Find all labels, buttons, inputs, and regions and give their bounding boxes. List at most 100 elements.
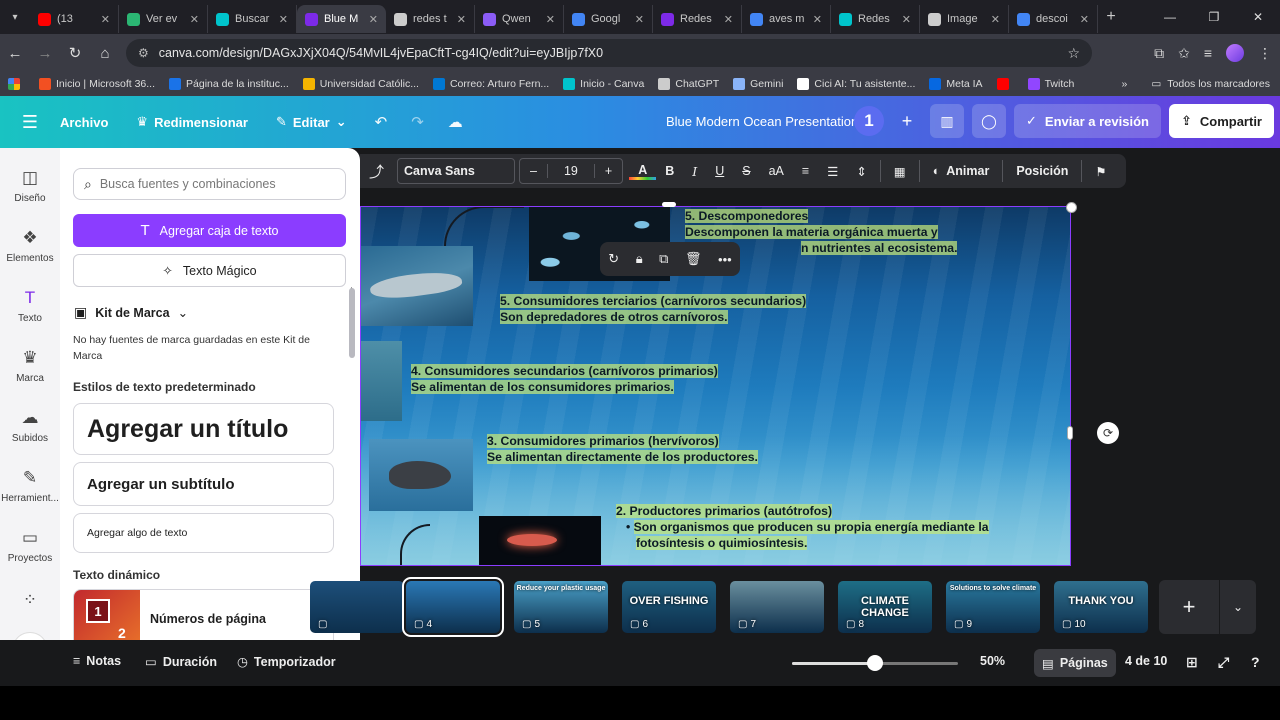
bookmark-item[interactable]: Twitch <box>1027 78 1074 90</box>
add-title-button[interactable]: Agregar un título <box>73 403 334 455</box>
transparency-icon[interactable]: ▦ <box>885 164 915 179</box>
url-field[interactable]: ⚙ canva.com/design/DAGxJXjX04Q/54MvIL4jv… <box>126 39 1092 67</box>
close-tab-icon[interactable]: ✕ <box>279 13 288 26</box>
cloud-saved-icon[interactable]: ☁ <box>448 113 463 131</box>
page-thumbnail[interactable]: THANK YOU ▢ 10 <box>1054 581 1148 633</box>
bookmark-item[interactable]: Gemini <box>733 78 783 90</box>
undo-icon[interactable]: ↶ <box>375 113 388 131</box>
close-tab-icon[interactable]: ✕ <box>369 13 378 26</box>
close-window-icon[interactable]: ✕ <box>1236 10 1280 24</box>
resize-handle-corner[interactable] <box>1066 202 1077 213</box>
browser-tab[interactable]: redes t ✕ <box>386 5 475 33</box>
brand-kit-selector[interactable]: ▣ Kit de Marca ⌄ <box>74 304 188 321</box>
share-button[interactable]: ⇪ Compartir <box>1168 104 1274 138</box>
paint-format-icon[interactable]: ⚑ <box>1086 164 1115 179</box>
resize-handle-top[interactable] <box>662 202 676 207</box>
send-review-button[interactable]: ✓ Enviar a revisión <box>1014 104 1161 138</box>
bookmark-item[interactable]: Página de la instituc... <box>169 78 289 90</box>
position-button[interactable]: Posición <box>1007 164 1077 178</box>
redo-icon[interactable]: ↷ <box>411 113 424 131</box>
close-tab-icon[interactable]: ✕ <box>635 13 644 26</box>
turtle-image[interactable] <box>360 341 402 421</box>
page-indicator[interactable]: 4 de 10 <box>1125 654 1167 668</box>
bookmark-item[interactable]: Correo: Arturo Fern... <box>432 78 549 90</box>
design-title[interactable]: Blue Modern Ocean Presentation <box>666 114 858 129</box>
all-bookmarks[interactable]: » ▭ Todos los marcadores <box>1122 72 1270 96</box>
profile-avatar[interactable] <box>1226 44 1244 62</box>
font-size-decrease[interactable]: – <box>520 164 547 178</box>
home-icon[interactable]: ⌂ <box>90 45 120 62</box>
bookmark-item[interactable]: Inicio | Microsoft 36... <box>39 78 155 90</box>
browser-tab[interactable]: Redes ✕ <box>831 5 920 33</box>
grid-view-icon[interactable]: ⊞ <box>1186 654 1198 671</box>
text-color-icon[interactable]: A <box>629 162 657 180</box>
letter-case-button[interactable]: aA <box>760 164 793 178</box>
add-textbox-button[interactable]: T Agregar caja de texto <box>73 214 346 247</box>
restore-icon[interactable]: ❐ <box>1192 10 1236 24</box>
page-thumbnail[interactable]: CLIMATE CHANGE ▢ 8 <box>838 581 932 633</box>
close-tab-icon[interactable]: ✕ <box>546 13 555 26</box>
reading-list-icon[interactable]: ≡ <box>1204 45 1212 61</box>
rail-item-layout[interactable]: ◫ Diseño <box>0 168 60 204</box>
zoom-value[interactable]: 50% <box>980 654 1005 668</box>
shark-image[interactable] <box>360 246 473 326</box>
timer-button[interactable]: ◷ Temporizador <box>237 654 336 670</box>
zoom-slider-handle[interactable] <box>867 655 883 671</box>
curve-text-icon[interactable]: ⤴ <box>360 161 393 182</box>
bookmark-item[interactable] <box>996 78 1014 90</box>
more-options-icon[interactable]: ••• <box>718 252 732 267</box>
panel-scrollbar[interactable] <box>349 288 355 358</box>
hamburger-menu-icon[interactable]: ☰ <box>0 112 60 133</box>
browser-tab[interactable]: Redes ✕ <box>653 5 742 33</box>
lock-icon[interactable]: 🔒︎ <box>636 251 643 267</box>
pages-expand-icon[interactable]: ⌄ <box>1220 580 1256 634</box>
bookmark-item[interactable]: Inicio - Canva <box>563 78 644 90</box>
bookmark-star-icon[interactable]: ☆ <box>1067 45 1080 62</box>
insights-chart-icon[interactable]: ▥ <box>930 104 964 138</box>
close-tab-icon[interactable]: ✕ <box>190 13 199 26</box>
add-page-button[interactable]: + <box>1159 580 1219 634</box>
font-family-select[interactable]: Canva Sans <box>397 158 516 184</box>
bold-button[interactable]: B <box>656 164 683 178</box>
producers-text[interactable]: 2. Productores primarios (autótrofos) • … <box>616 503 989 551</box>
close-tab-icon[interactable]: ✕ <box>1080 13 1089 26</box>
page-thumbnail[interactable]: ▢ 7 <box>730 581 824 633</box>
rail-item-brand[interactable]: ♛ Marca <box>0 348 60 384</box>
krill-image[interactable] <box>479 516 601 566</box>
close-tab-icon[interactable]: ✕ <box>457 13 466 26</box>
browser-tab[interactable]: aves m ✕ <box>742 5 831 33</box>
page-thumbnail[interactable]: ▢ <box>310 581 404 633</box>
browser-tab[interactable]: Googl ✕ <box>564 5 653 33</box>
reload-icon[interactable]: ↻ <box>60 44 90 62</box>
browser-tab[interactable]: (13 ✕ <box>30 5 119 33</box>
file-menu[interactable]: Archivo <box>60 115 108 130</box>
delete-icon[interactable]: 🗑︎ <box>685 251 702 267</box>
comment-icon[interactable]: ◯ <box>972 104 1006 138</box>
browser-tab[interactable]: Blue M ✕ <box>297 5 386 33</box>
bullet-list-icon[interactable]: ☰ <box>818 164 847 179</box>
rail-item-tools[interactable]: ✎ Herramient... <box>0 468 60 504</box>
font-size-increase[interactable]: + <box>595 164 622 178</box>
site-info-icon[interactable]: ⚙ <box>138 46 149 60</box>
new-tab-button[interactable]: + <box>1098 8 1124 26</box>
page-numbers-card[interactable]: 12 Números de página <box>73 589 334 640</box>
favorites-icon[interactable]: ✩ <box>1178 45 1190 62</box>
underline-button[interactable]: U <box>706 164 733 178</box>
strikethrough-button[interactable]: S <box>733 164 759 178</box>
tab-search-button[interactable]: ▾ <box>0 0 30 34</box>
font-size-value[interactable]: 19 <box>546 164 595 178</box>
tertiary-consumers-text[interactable]: 5. Consumidores terciarios (carnívoros s… <box>500 293 807 325</box>
duplicate-icon[interactable]: ⧉ <box>659 251 668 267</box>
help-icon[interactable]: ? <box>1251 654 1260 670</box>
collaborator-avatar[interactable]: 1 <box>854 106 884 136</box>
pages-button[interactable]: ▤ Páginas <box>1034 649 1116 677</box>
browser-tab[interactable]: descoi ✕ <box>1009 5 1098 33</box>
magic-text-button[interactable]: ✧ Texto Mágico <box>73 254 346 287</box>
apps-icon[interactable] <box>8 78 25 90</box>
add-subtitle-button[interactable]: Agregar un subtítulo <box>73 462 334 506</box>
page-thumbnail[interactable]: Solutions to solve climate ▢ 9 <box>946 581 1040 633</box>
bookmark-item[interactable]: ChatGPT <box>658 78 719 90</box>
secondary-consumers-text[interactable]: 4. Consumidores secundarios (carnívoros … <box>411 363 718 395</box>
fullscreen-icon[interactable]: ⤢ <box>1218 654 1229 671</box>
close-tab-icon[interactable]: ✕ <box>724 13 733 26</box>
